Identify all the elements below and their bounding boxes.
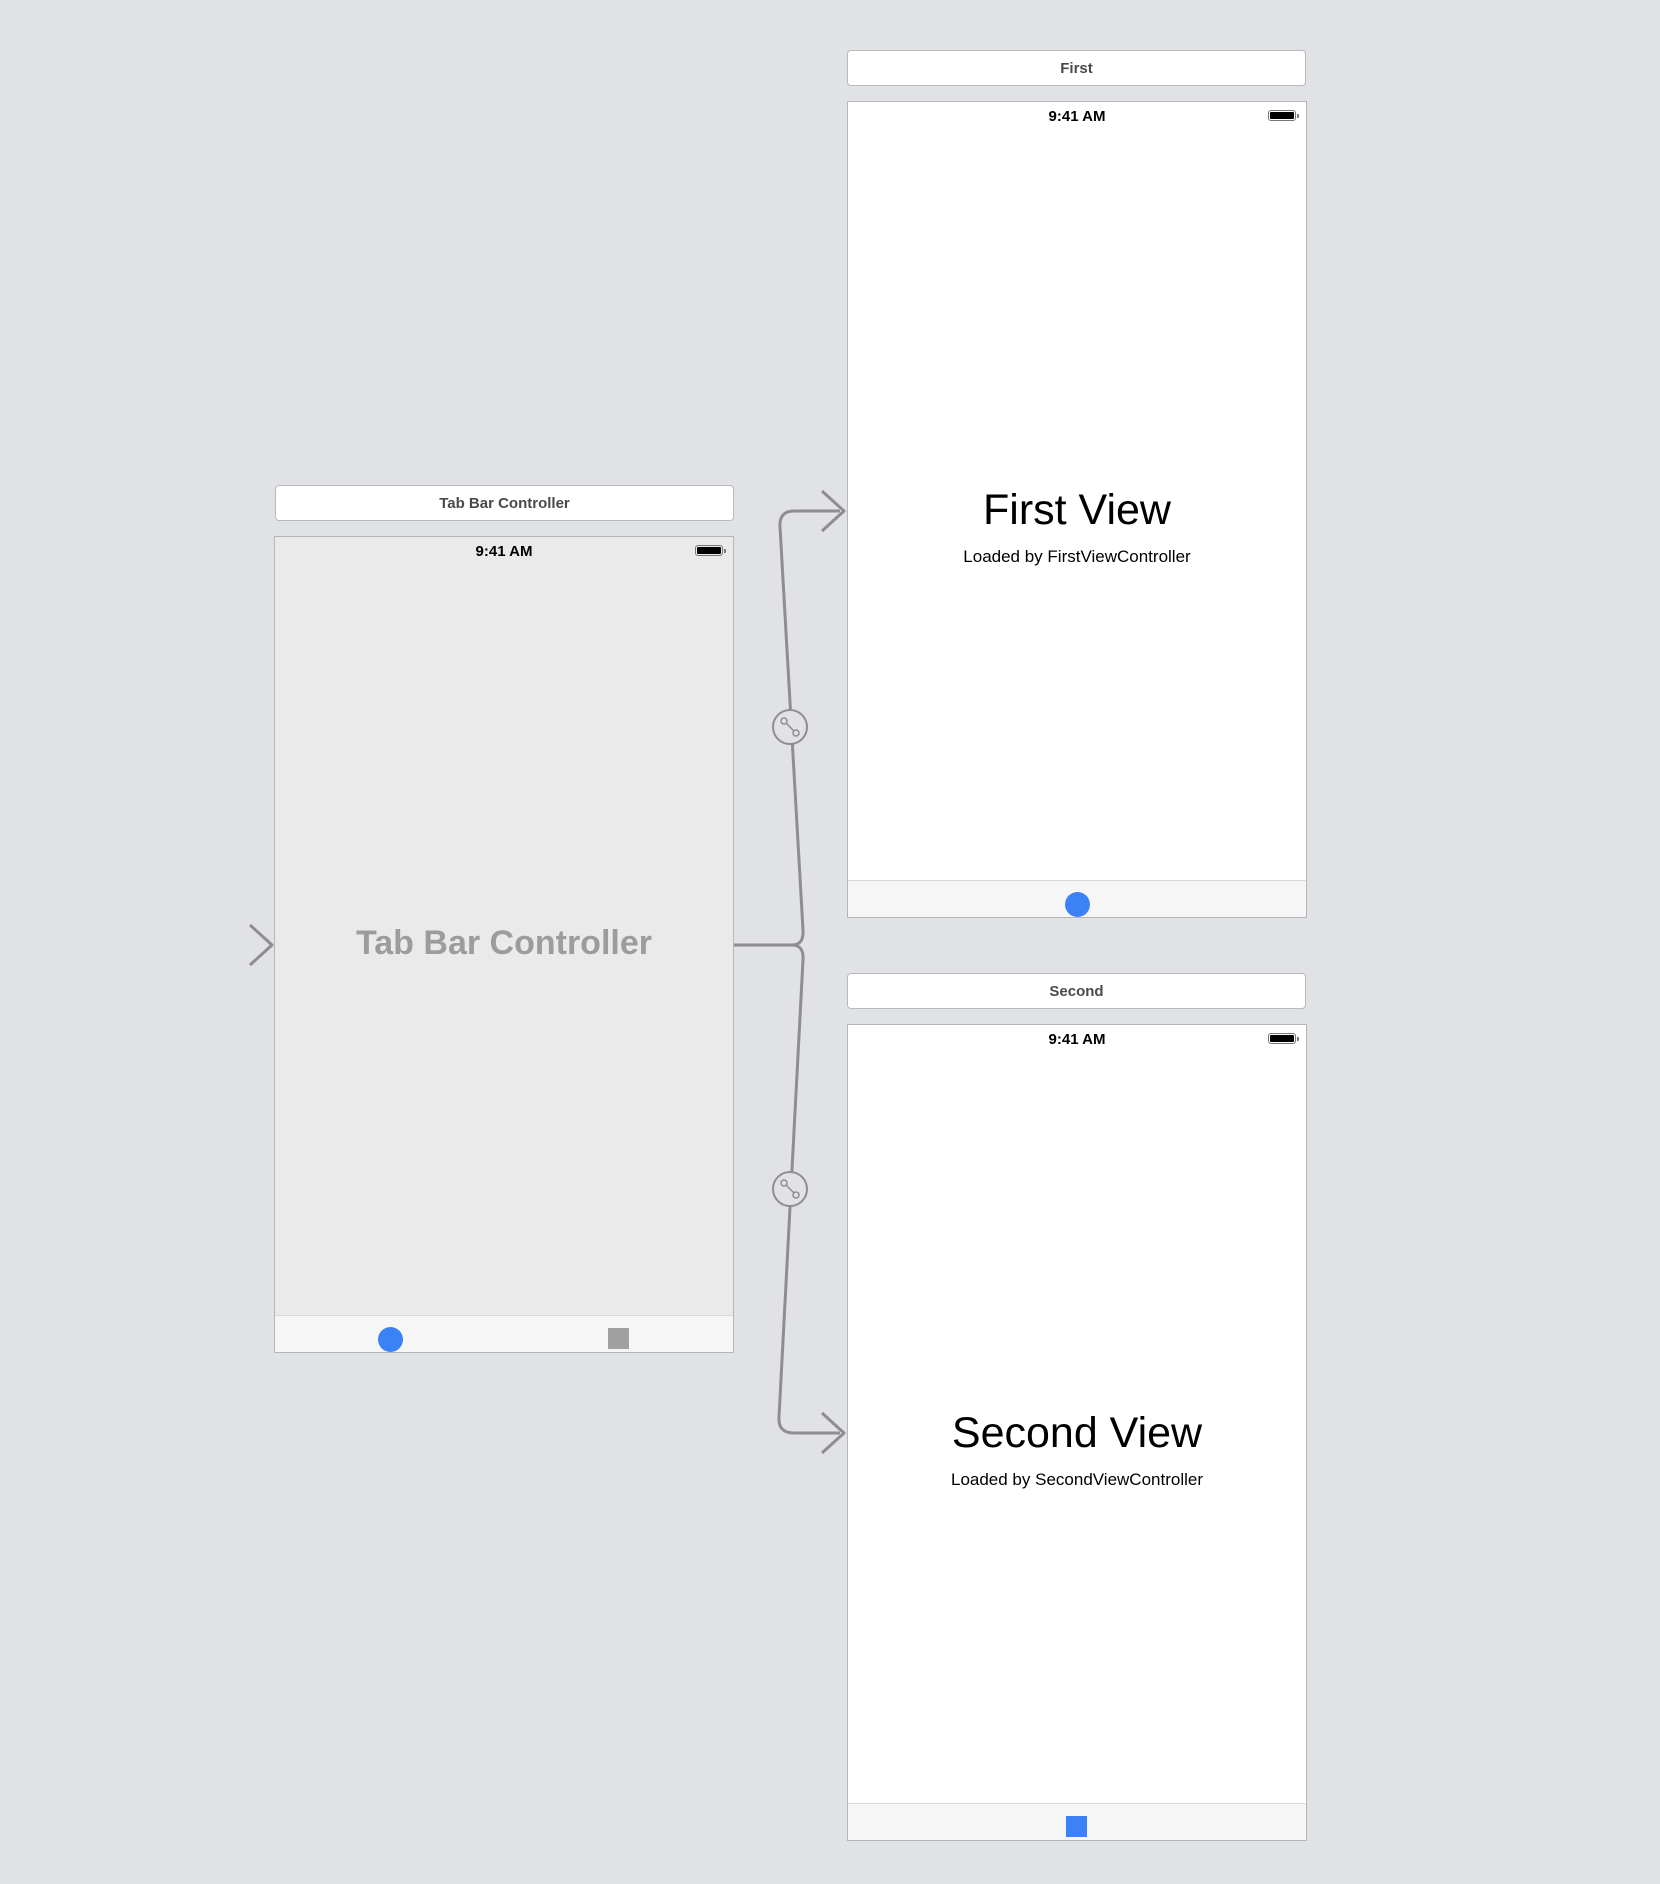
circle-tab-icon[interactable]: [378, 1327, 403, 1352]
tab-bar: [848, 880, 1306, 917]
circle-tab-icon[interactable]: [1065, 892, 1090, 917]
status-bar-time: 9:41 AM: [1048, 108, 1106, 125]
first-view-title: First View: [983, 486, 1171, 534]
scene-header-first[interactable]: First: [847, 50, 1306, 86]
scene-header-tab-bar-controller[interactable]: Tab Bar Controller: [275, 485, 734, 521]
second-view-scene[interactable]: 9:41 AM Second View Loaded by SecondView…: [847, 1024, 1307, 1841]
status-bar-time: 9:41 AM: [475, 543, 533, 560]
first-view-subtitle: Loaded by FirstViewController: [963, 547, 1191, 566]
tab-bar: [848, 1803, 1306, 1840]
square-tab-icon[interactable]: [608, 1328, 629, 1349]
battery-icon: [1268, 110, 1299, 121]
second-view-subtitle: Loaded by SecondViewController: [950, 1470, 1204, 1489]
status-bar-time: 9:41 AM: [1048, 1031, 1106, 1048]
entry-point-arrow[interactable]: [150, 923, 274, 967]
battery-icon: [695, 545, 726, 556]
tab-bar-controller-scene[interactable]: 9:41 AM Tab Bar Controller: [274, 536, 734, 1353]
battery-icon: [1268, 1033, 1299, 1044]
tab-bar: [275, 1315, 733, 1352]
first-view-scene[interactable]: 9:41 AM First View Loaded by FirstViewCo…: [847, 101, 1307, 918]
scene-header-second[interactable]: Second: [847, 973, 1306, 1009]
square-tab-icon[interactable]: [1066, 1816, 1087, 1837]
relationship-segue-icon[interactable]: [772, 1171, 808, 1207]
tab-bar-controller-label: Tab Bar Controller: [356, 924, 652, 962]
second-view-title: Second View: [951, 1409, 1203, 1457]
segue-connections: [150, 489, 846, 1455]
relationship-segue-icon[interactable]: [772, 709, 808, 745]
